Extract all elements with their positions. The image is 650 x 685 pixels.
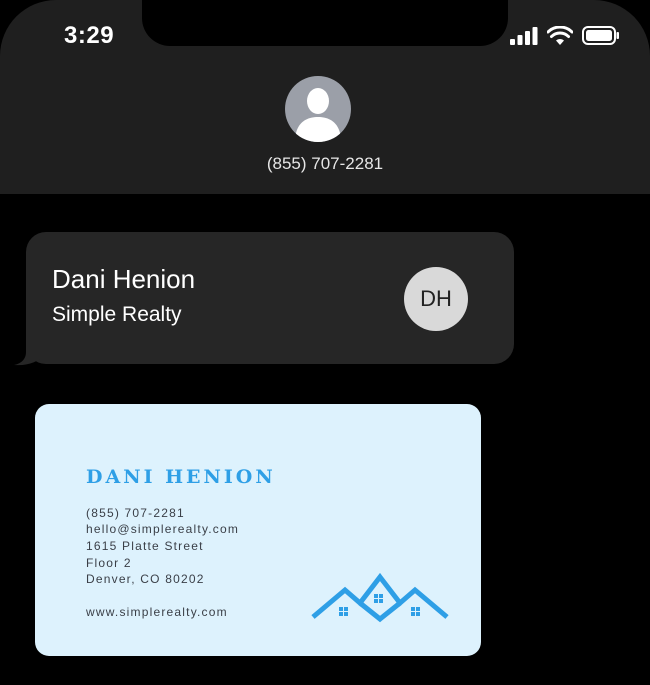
card-name: DANI HENION — [86, 466, 276, 488]
card-city-state-zip: Denver, CO 80202 — [86, 572, 205, 586]
device-notch — [142, 0, 508, 46]
battery-icon — [582, 26, 619, 45]
header-phone-number[interactable]: (855) 707-2281 — [0, 154, 650, 174]
status-icons — [510, 26, 620, 45]
card-address-line1: 1615 Platte Street — [86, 539, 204, 553]
wifi-icon — [547, 26, 573, 45]
contact-avatar[interactable] — [285, 76, 351, 142]
card-phone: (855) 707-2281 — [86, 506, 185, 520]
card-address-line2: Floor 2 — [86, 556, 132, 570]
contact-name: Dani Henion — [52, 264, 196, 294]
contact-initials-avatar: DH — [404, 267, 468, 331]
houses-roofline-icon — [311, 572, 449, 623]
card-website: www.simplerealty.com — [86, 605, 228, 619]
card-email: hello@simplerealty.com — [86, 522, 240, 536]
person-silhouette-icon — [295, 88, 341, 142]
status-time: 3:29 — [64, 22, 115, 49]
bubble-tail — [14, 334, 46, 366]
contact-company: Simple Realty — [52, 303, 182, 326]
cellular-signal-icon — [510, 26, 538, 45]
